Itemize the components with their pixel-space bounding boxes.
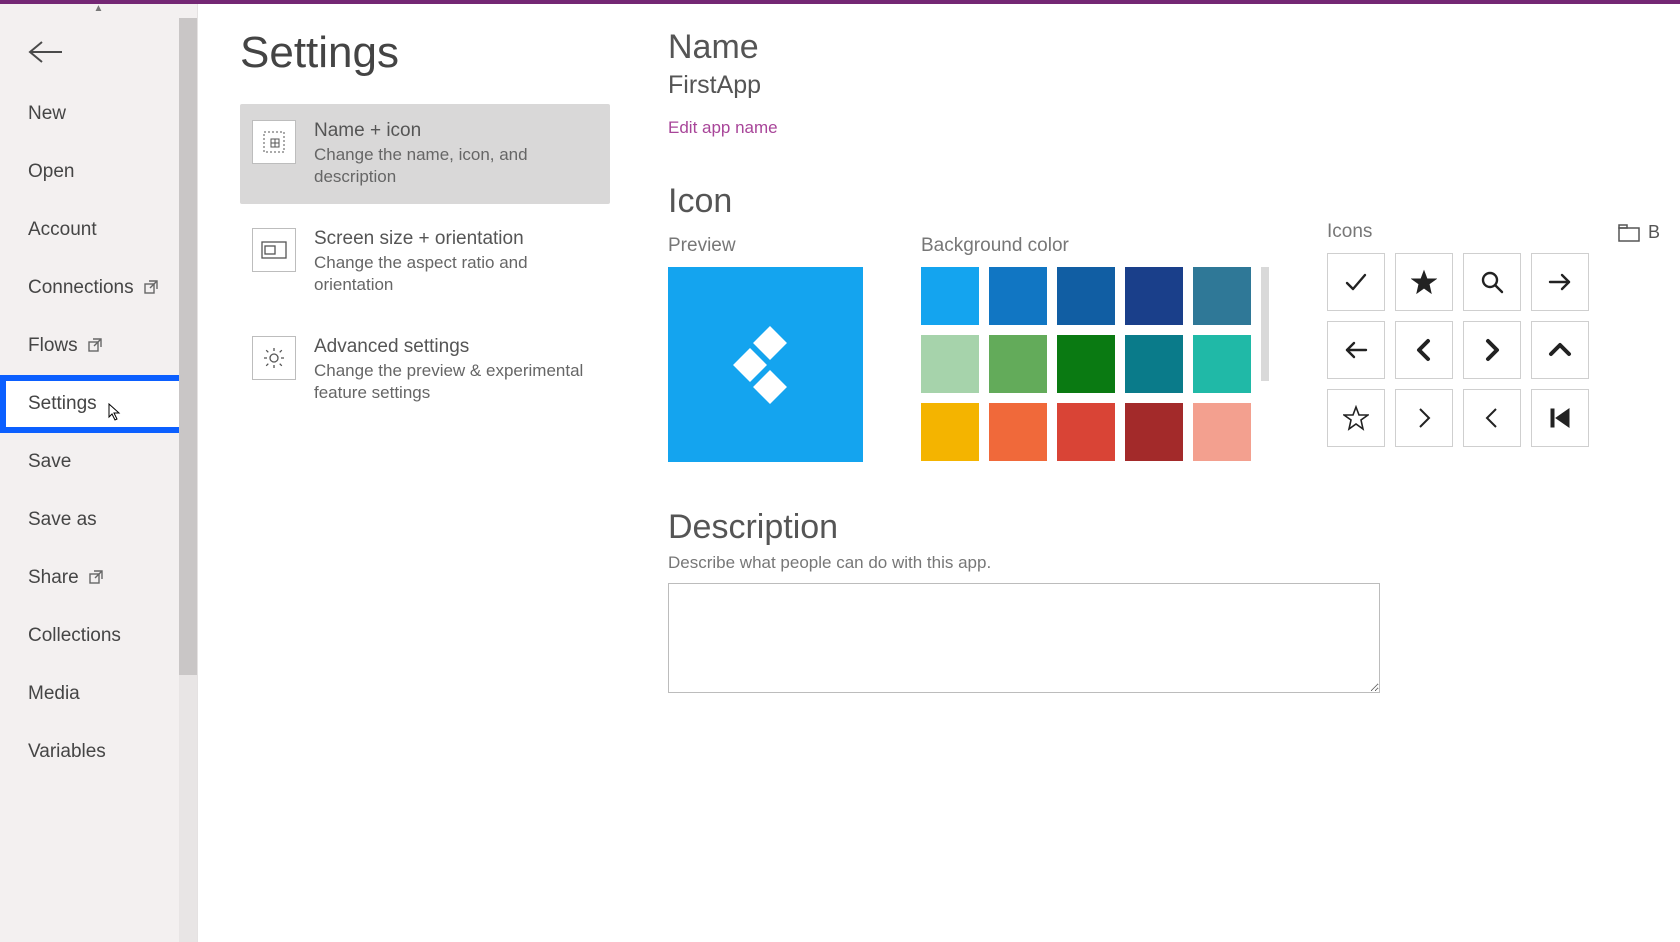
sidebar-item-label: Save xyxy=(28,451,71,473)
folder-icon xyxy=(1618,224,1640,242)
color-swatch[interactable] xyxy=(1125,267,1183,325)
chevron-left-icon-option[interactable] xyxy=(1395,321,1453,379)
sidebar-item-label: Variables xyxy=(28,741,106,763)
category-advanced[interactable]: Advanced settings Change the preview & e… xyxy=(240,320,610,420)
color-swatch[interactable] xyxy=(989,267,1047,325)
sidebar-item-new[interactable]: New xyxy=(0,85,197,143)
sidebar-item-connections[interactable]: Connections xyxy=(0,259,197,317)
app-name-value: FirstApp xyxy=(668,71,1660,100)
color-swatch[interactable] xyxy=(1193,403,1251,461)
sidebar-item-label: Open xyxy=(28,161,74,183)
color-swatch[interactable] xyxy=(1193,335,1251,393)
preview-column: Preview xyxy=(668,221,863,462)
browse-label: B xyxy=(1648,222,1660,243)
description-heading: Description xyxy=(668,508,1660,547)
chevron-right-icon-option[interactable] xyxy=(1463,321,1521,379)
color-swatch[interactable] xyxy=(1125,335,1183,393)
color-swatch[interactable] xyxy=(1057,267,1115,325)
icon-heading: Icon xyxy=(668,182,1660,221)
sidebar-item-flows[interactable]: Flows xyxy=(0,317,197,375)
description-hint: Describe what people can do with this ap… xyxy=(668,553,1660,573)
color-swatch[interactable] xyxy=(1057,403,1115,461)
skip-back-icon-option[interactable] xyxy=(1531,389,1589,447)
category-title: Screen size + orientation xyxy=(314,228,590,250)
external-link-icon xyxy=(89,570,103,587)
category-desc: Change the aspect ratio and orientation xyxy=(314,252,590,296)
category-desc: Change the name, icon, and description xyxy=(314,144,590,188)
sidebar-item-variables[interactable]: Variables xyxy=(0,723,197,781)
name-icon-icon xyxy=(252,120,296,164)
sidebar-nav: New Open Account Connections Flows xyxy=(0,85,197,781)
color-swatch[interactable] xyxy=(989,403,1047,461)
sidebar-item-collections[interactable]: Collections xyxy=(0,607,197,665)
color-swatch[interactable] xyxy=(921,335,979,393)
sidebar-item-label: Share xyxy=(28,567,79,589)
settings-categories-column: Settings Name + icon Change the name, ic… xyxy=(198,4,628,942)
sidebar-item-label: Collections xyxy=(28,625,121,647)
gear-icon xyxy=(252,336,296,380)
category-screen-size[interactable]: Screen size + orientation Change the asp… xyxy=(240,212,610,312)
star-outline-icon-option[interactable] xyxy=(1327,389,1385,447)
sidebar-item-label: Flows xyxy=(28,335,78,357)
browse-icon-button[interactable]: B xyxy=(1618,222,1660,243)
sidebar-scroll-up[interactable]: ▲ xyxy=(0,4,197,18)
color-swatch[interactable] xyxy=(921,267,979,325)
name-heading: Name xyxy=(668,28,1660,67)
page-title: Settings xyxy=(240,28,610,78)
sidebar-item-label: Settings xyxy=(28,393,97,415)
sidebar-item-share[interactable]: Share xyxy=(0,549,197,607)
color-swatch[interactable] xyxy=(1125,403,1183,461)
arrow-right-icon-option[interactable] xyxy=(1531,253,1589,311)
sidebar-item-label: Account xyxy=(28,219,97,241)
icons-label: Icons xyxy=(1327,221,1372,243)
color-swatch[interactable] xyxy=(921,403,979,461)
sidebar-item-label: Media xyxy=(28,683,80,705)
star-icon-option[interactable] xyxy=(1395,253,1453,311)
back-arrow-icon xyxy=(28,40,64,64)
angle-left-icon-option[interactable] xyxy=(1463,389,1521,447)
sidebar-item-open[interactable]: Open xyxy=(0,143,197,201)
settings-detail-panel: Name FirstApp Edit app name Icon Preview xyxy=(628,4,1680,942)
sidebar-item-save[interactable]: Save xyxy=(0,433,197,491)
category-desc: Change the preview & experimental featur… xyxy=(314,360,590,404)
preview-label: Preview xyxy=(668,235,863,257)
category-title: Advanced settings xyxy=(314,336,590,358)
screen-size-icon xyxy=(252,228,296,272)
bgcolor-grid xyxy=(921,267,1251,461)
bgcolor-column: Background color xyxy=(921,221,1269,461)
file-menu-sidebar: ▲ New Open Account Connections xyxy=(0,4,198,942)
color-swatch[interactable] xyxy=(1057,335,1115,393)
bgcolor-scrollbar[interactable] xyxy=(1261,267,1269,381)
chevron-up-icon-option[interactable] xyxy=(1531,321,1589,379)
check-icon-option[interactable] xyxy=(1327,253,1385,311)
bgcolor-label: Background color xyxy=(921,235,1269,257)
icons-grid xyxy=(1327,253,1660,447)
external-link-icon xyxy=(88,338,102,355)
sidebar-item-save-as[interactable]: Save as xyxy=(0,491,197,549)
category-title: Name + icon xyxy=(314,120,590,142)
sidebar-item-label: New xyxy=(28,103,66,125)
arrow-left-icon-option[interactable] xyxy=(1327,321,1385,379)
sidebar-item-media[interactable]: Media xyxy=(0,665,197,723)
sidebar-item-label: Connections xyxy=(28,277,134,299)
back-button[interactable] xyxy=(0,18,197,85)
sidebar-scrollbar-thumb[interactable] xyxy=(179,18,197,675)
cursor-pointer-icon xyxy=(108,403,122,421)
sidebar-item-settings[interactable]: Settings xyxy=(0,375,197,433)
description-textarea[interactable] xyxy=(668,583,1380,693)
angle-right-icon-option[interactable] xyxy=(1395,389,1453,447)
external-link-icon xyxy=(144,280,158,297)
edit-app-name-link[interactable]: Edit app name xyxy=(668,118,778,138)
icons-column: Icons B xyxy=(1327,221,1660,447)
icon-preview xyxy=(668,267,863,462)
color-swatch[interactable] xyxy=(1193,267,1251,325)
sidebar-item-label: Save as xyxy=(28,509,97,531)
sidebar-item-account[interactable]: Account xyxy=(0,201,197,259)
search-icon-option[interactable] xyxy=(1463,253,1521,311)
category-name-icon[interactable]: Name + icon Change the name, icon, and d… xyxy=(240,104,610,204)
app-shell: ▲ New Open Account Connections xyxy=(0,4,1680,942)
app-default-icon xyxy=(726,325,806,405)
color-swatch[interactable] xyxy=(989,335,1047,393)
